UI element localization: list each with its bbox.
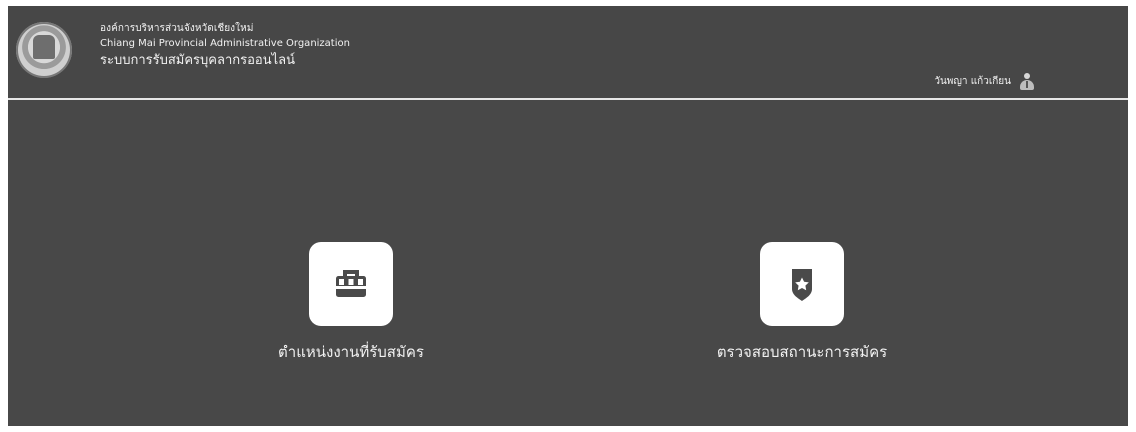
- user-icon: [1019, 73, 1035, 91]
- shield-star-icon: [792, 269, 812, 301]
- job-positions-label: ตำแหน่งงานที่รับสมัคร: [278, 343, 424, 361]
- application-status-icon-box: [760, 242, 844, 326]
- organization-name-thai: องค์การบริหารส่วนจังหวัดเชียงใหม่: [100, 23, 254, 34]
- application-status-label: ตรวจสอบสถานะการสมัคร: [716, 343, 888, 361]
- seal-emblem: [33, 35, 55, 59]
- user-icon-head: [1024, 73, 1030, 79]
- briefcase-icon: [336, 270, 366, 297]
- application-status-menu-item[interactable]: ตรวจสอบสถานะการสมัคร: [692, 242, 912, 392]
- user-name: วันพญา แก้วเกียน: [934, 76, 1011, 87]
- job-positions-icon-box: [309, 242, 393, 326]
- user-menu[interactable]: วันพญา แก้วเกียน: [934, 73, 1035, 91]
- organization-info: องค์การบริหารส่วนจังหวัดเชียงใหม่ Chiang…: [100, 22, 350, 70]
- organization-name-english: Chiang Mai Provincial Administrative Org…: [100, 38, 350, 49]
- system-name: ระบบการรับสมัครบุคลากรออนไลน์: [100, 53, 295, 68]
- app-frame: องค์การบริหารส่วนจังหวัดเชียงใหม่ Chiang…: [8, 6, 1128, 426]
- organization-seal-icon: [16, 22, 72, 78]
- main-content: ตำแหน่งงานที่รับสมัคร ตรวจสอบสถานะการสมั…: [8, 100, 1128, 426]
- job-positions-menu-item[interactable]: ตำแหน่งงานที่รับสมัคร: [241, 242, 461, 392]
- user-icon-tie: [1026, 81, 1028, 88]
- site-header: องค์การบริหารส่วนจังหวัดเชียงใหม่ Chiang…: [8, 6, 1128, 100]
